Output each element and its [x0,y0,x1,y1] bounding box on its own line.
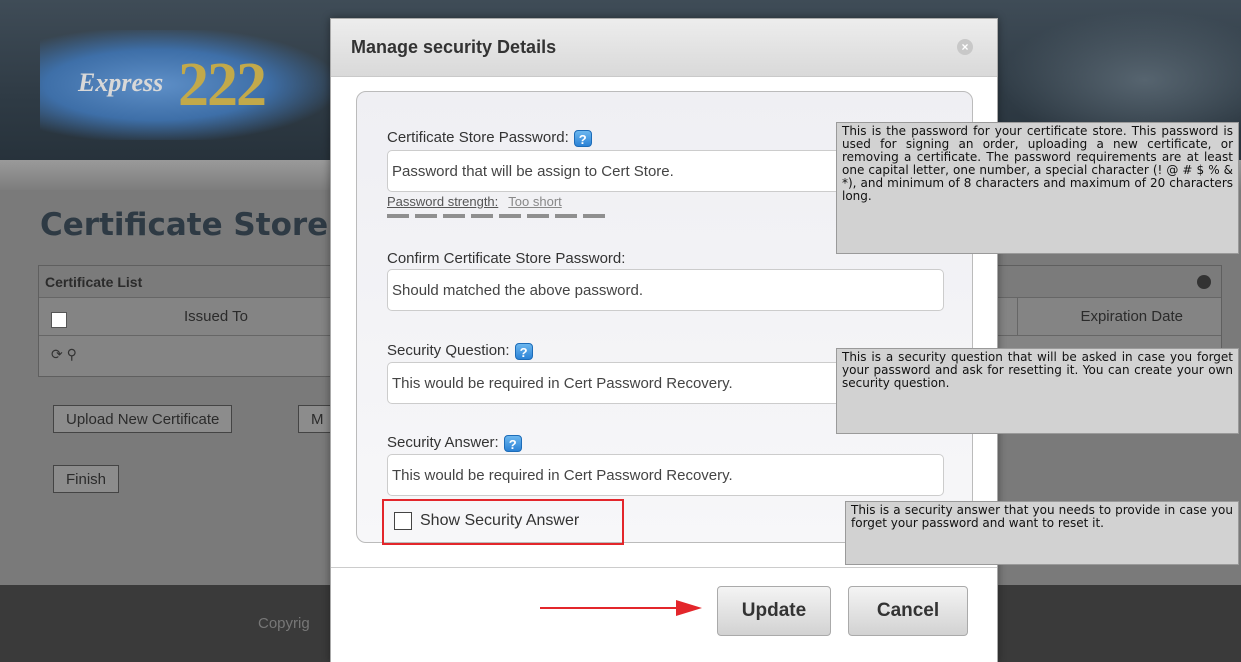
help-icon[interactable]: ? [514,343,533,360]
show-security-answer-highlight: Show Security Answer [382,499,624,545]
password-strength-meter [387,214,607,218]
confirm-password-label: Confirm Certificate Store Password: [387,250,626,267]
grid-toolbar-icons[interactable]: ⟳ ⚲ [51,346,77,363]
cert-password-label-text: Certificate Store Password: [387,129,569,146]
logo-number: 222 [178,51,267,119]
password-help-tooltip: This is the password for your certificat… [836,122,1239,254]
finish-button[interactable]: Finish [53,465,120,493]
annotation-arrow-icon [540,600,702,616]
confirm-password-input[interactable] [387,269,944,311]
dialog-title: Manage security Details [351,37,557,57]
collapse-icon[interactable] [1197,275,1211,289]
help-icon[interactable]: ? [503,435,522,452]
security-answer-input[interactable] [387,454,944,496]
strength-segment [499,214,521,218]
answer-help-tooltip: This is a security answer that you needs… [845,501,1239,565]
cancel-button[interactable]: Cancel [848,586,968,636]
show-security-answer-checkbox[interactable] [394,512,412,530]
security-answer-label-text: Security Answer: [387,434,499,451]
page-title: Certificate Store [40,207,329,243]
security-question-label-text: Security Question: [387,342,510,359]
logo-text: Express [78,68,164,97]
strength-segment [527,214,549,218]
copyright-text: Copyrig [258,615,310,632]
strength-segment [443,214,465,218]
upload-new-certificate-button[interactable]: Upload New Certificate [53,405,233,433]
strength-segment [415,214,437,218]
security-details-dialog: Manage security Details × Certificate St… [330,18,998,662]
password-strength: Password strength: Too short [387,194,562,209]
strength-segment [387,214,409,218]
security-answer-label: Security Answer:? [387,434,522,452]
password-strength-value: Too short [508,194,562,209]
dialog-header: Manage security Details [331,19,997,77]
question-help-tooltip: This is a security question that will be… [836,348,1239,434]
column-expiration-date[interactable]: Expiration Date [1080,308,1183,325]
strength-segment [583,214,605,218]
update-button[interactable]: Update [717,586,831,636]
strength-segment [471,214,493,218]
help-icon[interactable]: ? [573,130,592,147]
cert-password-label: Certificate Store Password:? [387,129,592,147]
security-question-label: Security Question:? [387,342,533,360]
strength-segment [555,214,577,218]
password-strength-label: Password strength: [387,194,499,209]
show-security-answer-label[interactable]: Show Security Answer [420,512,579,530]
close-icon[interactable]: × [957,39,973,55]
column-issued-to[interactable]: Issued To [184,308,248,325]
select-all-checkbox[interactable] [51,312,67,328]
column-separator [1017,298,1018,336]
